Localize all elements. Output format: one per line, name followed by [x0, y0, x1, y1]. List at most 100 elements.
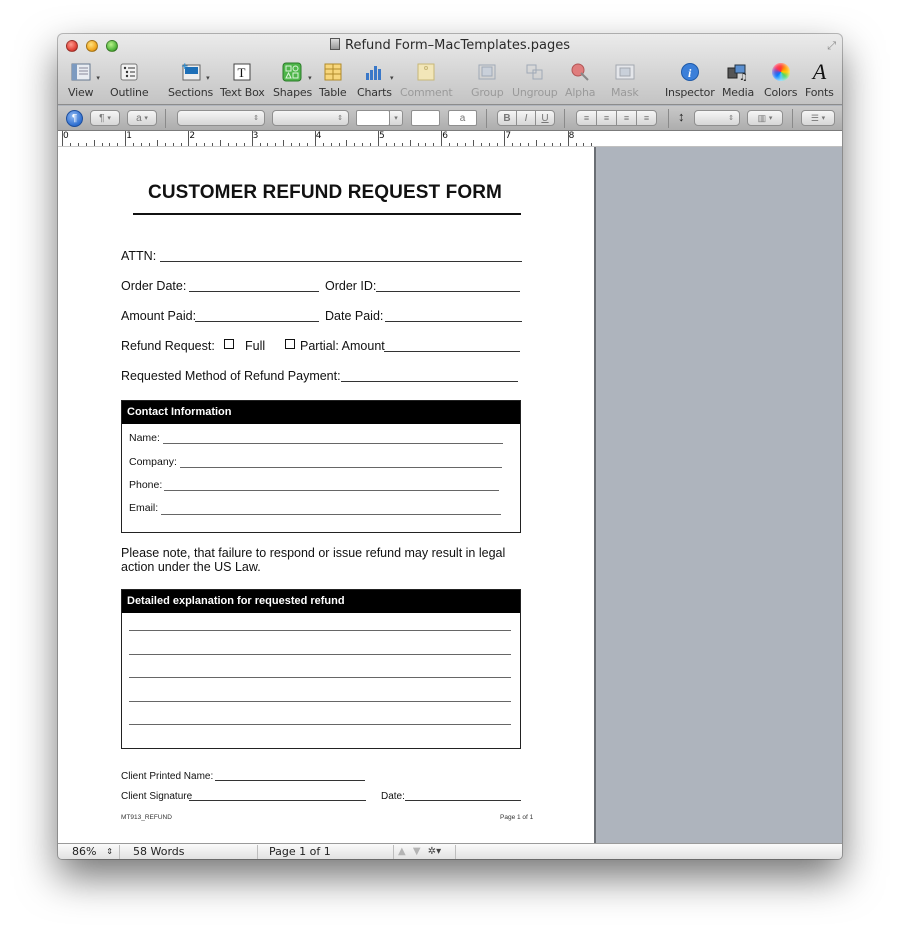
refund-form: CUSTOMER REFUND REQUEST FORM ATTN: Order… [58, 147, 596, 843]
list-style-dropdown[interactable]: ☰ ▾ [801, 110, 835, 126]
columns-dropdown[interactable]: ▥ ▾ [747, 110, 783, 126]
explanation-line[interactable] [129, 653, 511, 655]
underline-button[interactable]: U [535, 110, 555, 126]
partial-checkbox[interactable] [285, 338, 295, 352]
full-checkbox[interactable] [224, 338, 234, 352]
contact-email-field[interactable] [161, 514, 501, 515]
document-icon [330, 38, 341, 50]
client-signature-field[interactable] [189, 800, 366, 801]
font-family-select[interactable]: ⇕ [177, 110, 265, 126]
svg-text:T: T [238, 65, 246, 80]
date-paid-label: Date Paid: [325, 309, 384, 323]
triangle-down-icon: ▼ [412, 846, 421, 857]
align-center-button[interactable]: ≡ [596, 110, 617, 126]
explanation-line[interactable] [129, 630, 511, 631]
explanation-line[interactable] [129, 700, 511, 702]
font-size-dropdown[interactable]: ▾ [389, 110, 403, 126]
toolbar-view-button[interactable]: ▾ View [68, 62, 100, 99]
invisibles-toggle-button[interactable]: ¶ [66, 110, 83, 127]
zoom-level-select[interactable]: 86% ⇕ [58, 845, 120, 859]
previous-page-button[interactable]: ▲ [398, 846, 406, 857]
toolbar-outline-button[interactable]: Outline [110, 62, 149, 99]
order-id-field[interactable] [376, 291, 520, 292]
align-left-button[interactable]: ≡ [576, 110, 597, 126]
text-color-well[interactable] [411, 110, 440, 126]
ruler-tick [125, 131, 127, 146]
ruler-tick [101, 143, 103, 146]
justify-button[interactable]: ≡ [636, 110, 657, 126]
separator [165, 109, 166, 128]
stepper-icon: ⇕ [106, 847, 113, 856]
character-style-dropdown[interactable]: a ▾ [127, 110, 157, 126]
order-id-label: Order ID: [325, 279, 377, 293]
justify-icon: ≡ [643, 113, 650, 123]
charts-icon: ▾ [363, 62, 394, 82]
ruler-label: 4 [315, 131, 322, 141]
toolbar-table-button[interactable]: Table [319, 62, 347, 99]
highlight-color-well[interactable]: a [448, 110, 477, 126]
document-page[interactable]: CUSTOMER REFUND REQUEST FORM ATTN: Order… [58, 147, 596, 843]
ruler-tick [227, 143, 229, 146]
fullscreen-arrows-icon[interactable]: ⤢ [827, 40, 836, 53]
separator [564, 109, 565, 128]
partial-amount-field[interactable] [384, 351, 520, 352]
contact-phone-field[interactable] [164, 490, 499, 491]
toolbar-sections-button[interactable]: + ▾ Sections [168, 62, 213, 99]
ruler-tick [204, 143, 206, 146]
toolbar-fonts-button[interactable]: A Fonts [805, 61, 834, 100]
horizontal-ruler[interactable]: 0 1 2 3 4 5 6 7 8 [58, 131, 596, 147]
highlight-glyph: a [459, 112, 466, 124]
ruler-tick [133, 143, 135, 146]
refund-method-field[interactable] [341, 381, 518, 382]
colors-icon [770, 62, 792, 82]
toolbar-ungroup-button[interactable]: Ungroup [512, 62, 558, 99]
ruler-tick [385, 143, 387, 146]
toolbar-label: Sections [168, 86, 213, 99]
explanation-line[interactable] [129, 724, 511, 725]
toolbar-label: Outline [110, 86, 149, 99]
amount-paid-field[interactable] [195, 321, 319, 322]
ruler-tick [393, 143, 395, 146]
toolbar-media-button[interactable]: ♫ Media [722, 62, 754, 99]
ruler-tick [172, 143, 174, 146]
page-navigation: ▲ ▼ ✲▾ [394, 845, 456, 859]
view-icon: ▾ [70, 62, 100, 82]
bold-button[interactable]: B [497, 110, 517, 126]
toolbar-comment-button[interactable]: Comment [400, 62, 453, 99]
ruler-tick [338, 143, 340, 146]
signature-date-field[interactable] [405, 800, 521, 801]
stepper-icon: ⇕ [337, 115, 343, 122]
toolbar-inspector-button[interactable]: i Inspector [665, 62, 715, 99]
italic-button[interactable]: I [516, 110, 536, 126]
ruler-extension [596, 131, 842, 147]
ruler-tick [267, 143, 269, 146]
toolbar-charts-button[interactable]: ▾ Charts [357, 62, 394, 99]
toolbar-alpha-button[interactable]: Alpha [565, 62, 595, 99]
svg-text:+: + [181, 62, 188, 72]
toolbar-mask-button[interactable]: Mask [611, 62, 639, 99]
next-page-button[interactable]: ▼ [413, 846, 421, 857]
gear-menu-button[interactable]: ✲▾ [428, 846, 441, 857]
line-spacing-select[interactable]: ⇕ [694, 110, 740, 126]
client-printed-name-label: Client Printed Name: [121, 771, 214, 782]
font-style-select[interactable]: ⇕ [272, 110, 349, 126]
toolbar-colors-button[interactable]: Colors [764, 62, 797, 99]
paragraph-style-dropdown[interactable]: ¶ ▾ [90, 110, 120, 126]
toolbar-text-box-button[interactable]: T Text Box [220, 62, 265, 99]
toolbar-group-button[interactable]: Group [471, 62, 504, 99]
toolbar-shapes-button[interactable]: ▾ Shapes [273, 62, 312, 99]
date-paid-field[interactable] [385, 321, 522, 322]
client-printed-name-field[interactable] [215, 780, 365, 781]
contact-company-field[interactable] [180, 467, 502, 468]
contact-name-field[interactable] [163, 443, 503, 444]
align-right-button[interactable]: ≡ [616, 110, 637, 126]
order-date-field[interactable] [189, 291, 319, 292]
contact-information-heading: Contact Information [122, 401, 520, 424]
toolbar-label: Group [471, 86, 504, 99]
contact-phone-label: Phone: [129, 479, 163, 491]
font-size-field[interactable] [356, 110, 390, 126]
explanation-line[interactable] [129, 677, 511, 678]
attn-field[interactable] [160, 261, 522, 262]
chevron-down-icon: ▾ [821, 115, 826, 122]
refund-request-label: Refund Request: [121, 339, 215, 353]
